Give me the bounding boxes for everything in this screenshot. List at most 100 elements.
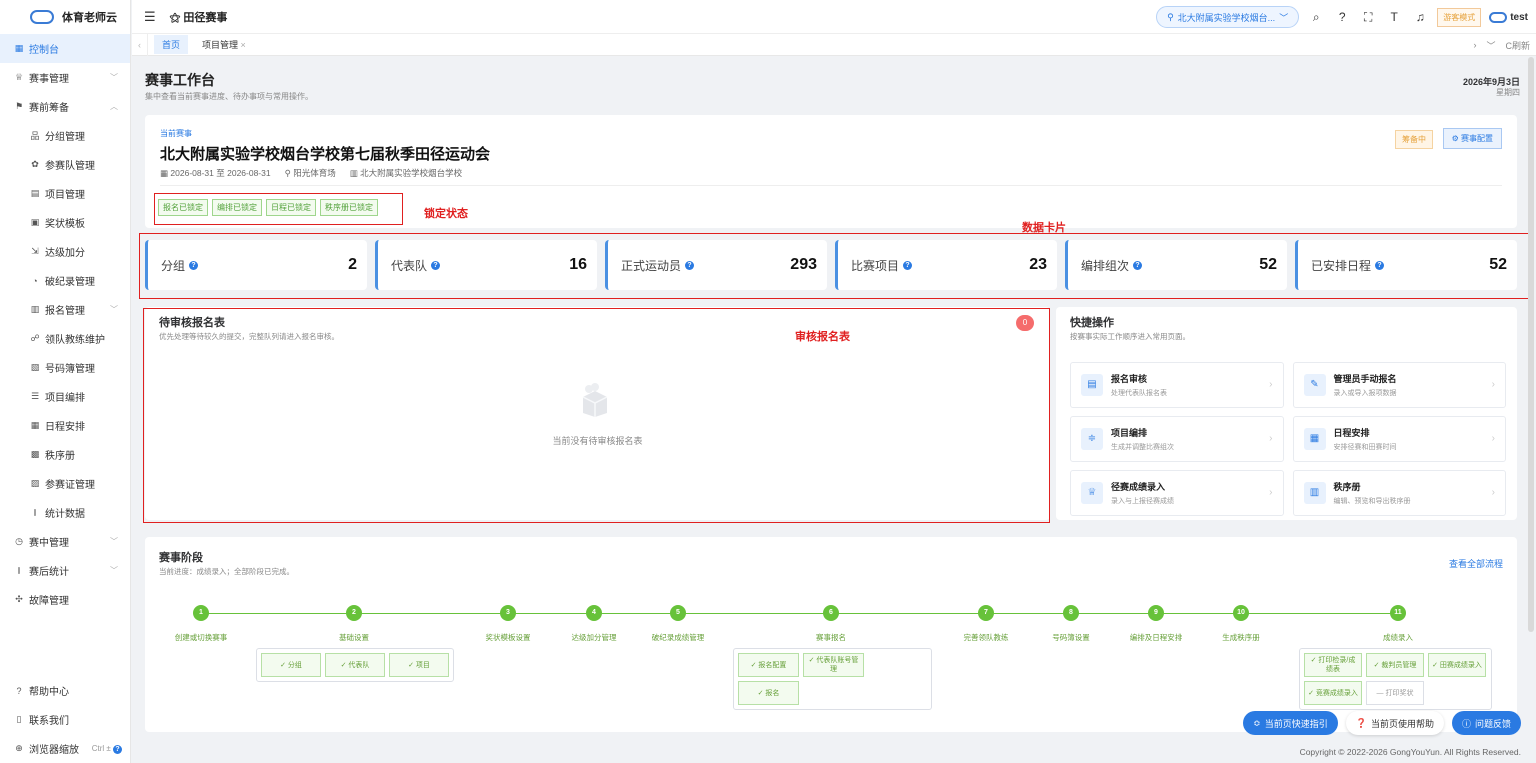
stage-substep-chip[interactable]: ✓ 代表队账号管理 — [803, 653, 864, 677]
event-config-button[interactable]: ⚙ 赛事配置 — [1442, 128, 1502, 149]
stage-substep-chip[interactable]: ✓ 报名配置 — [738, 653, 799, 677]
review-annotation-box — [143, 308, 1050, 523]
question-icon[interactable]: ? — [903, 260, 913, 270]
certificate-icon: ▣ — [30, 217, 40, 227]
edit-icon: ✎ — [1303, 374, 1326, 396]
help-center-link[interactable]: ? 帮助中心 — [0, 676, 130, 705]
scrollbar[interactable] — [1528, 57, 1534, 632]
stage-step-node[interactable]: 8 — [1063, 605, 1079, 621]
question-icon[interactable]: ? — [189, 260, 199, 270]
divider — [160, 185, 1502, 186]
close-icon[interactable]: × — [241, 40, 246, 50]
sidebar-item[interactable]: ⫾ 赛后统计 ﹀ — [0, 556, 130, 585]
stage-step-node[interactable]: 5 — [670, 605, 686, 621]
quick-action-item[interactable]: ♕ 径赛成绩录入 录入与上报径赛成绩 › — [1070, 470, 1284, 516]
sidebar-item[interactable]: ▩ 秩序册 — [0, 440, 130, 469]
stage-step-label: 生成秩序册 — [1222, 633, 1260, 642]
sidebar-item[interactable]: ✿ 参赛队管理 — [0, 150, 130, 179]
browser-zoom[interactable]: ⊕ 浏览器缩放 Ctrl ± ? — [0, 734, 130, 763]
stage-substep-chip[interactable]: ✓ 裁判员管理 — [1366, 653, 1424, 677]
sidebar-item[interactable]: 品分组管理 — [0, 121, 130, 150]
stage-step-node[interactable]: 2 — [346, 605, 362, 621]
sidebar-item[interactable]: ▧ 号码簿管理 — [0, 353, 130, 382]
sidebar-item[interactable]: ⇲ 达级加分 — [0, 237, 130, 266]
tab-dropdown-icon[interactable]: ﹀ — [1486, 39, 1495, 52]
tab-scroll-right-icon[interactable]: › — [1473, 40, 1476, 50]
tab-project-manage[interactable]: 项目管理 × — [194, 35, 254, 54]
sidebar: 体育老师云 ▦ 控制台 ♕ 赛事管理 ﹀ ⚑ 赛前筹备 ︿ 品分组管理 ✿ 参赛队管理 ▤ 项目管理 ▣ 奖… — [0, 0, 131, 763]
tab-home[interactable]: 首页 — [154, 35, 189, 54]
info-icon: ⓘ — [1461, 718, 1471, 729]
floating-actions: ≎ 当前页快速指引 ❓ 当前页使用帮助 ⓘ 问题反馈 — [1243, 711, 1521, 735]
stage-step-node[interactable]: 4 — [586, 605, 602, 621]
question-icon[interactable]: ? — [1333, 10, 1351, 24]
bell-icon[interactable]: ♫ — [1411, 10, 1429, 24]
stage-step-node[interactable]: 1 — [193, 605, 209, 621]
quick-action-item[interactable]: ✎ 管理员手动报名 录入或导入报项数据 › — [1292, 362, 1506, 408]
sidebar-item[interactable]: ▦ 控制台 — [0, 34, 130, 63]
sidebar-item[interactable]: ✣ 故障管理 — [0, 585, 130, 614]
tab-scroll-left-icon[interactable]: ‹ — [132, 33, 148, 56]
stage-step-node[interactable]: 10 — [1233, 605, 1249, 621]
feedback-button[interactable]: ⓘ 问题反馈 — [1451, 711, 1521, 735]
stage-substep-chip[interactable]: ✓ 分组 — [261, 653, 321, 677]
refresh-button[interactable]: C刷新 — [1506, 39, 1531, 52]
sidebar-item[interactable]: ▦ 日程安排 — [0, 411, 130, 440]
view-all-process-link[interactable]: 查看全部流程 — [1449, 557, 1503, 570]
sidebar-item[interactable]: ♕ 赛事管理 ﹀ — [0, 63, 130, 92]
stage-substep-chip[interactable]: ✓ 报名 — [738, 681, 799, 705]
search-icon[interactable]: ⌕ — [1307, 10, 1325, 25]
question-icon[interactable]: ? — [1375, 260, 1385, 270]
stage-step-node[interactable]: 3 — [500, 605, 516, 621]
stat-card: 代表队? 16 — [375, 240, 597, 290]
event-venue: ⚲ 阳光体育场 — [284, 168, 336, 178]
school-select[interactable]: ⚲ 北大附属实验学校烟台... ﹀ — [1156, 6, 1300, 28]
sidebar-item[interactable]: ☍ 领队教练维护 — [0, 324, 130, 353]
quick-guide-button[interactable]: ≎ 当前页快速指引 — [1243, 711, 1338, 735]
page-help-button[interactable]: ❓ 当前页使用帮助 — [1345, 711, 1444, 735]
sidebar-item[interactable]: ▥ 报名管理 ﹀ — [0, 295, 130, 324]
guest-mode-badge: 游客模式 — [1437, 7, 1482, 27]
question-icon[interactable]: ? — [685, 260, 695, 270]
stage-substep-chip[interactable]: ✓ 打印检录/成绩表 — [1304, 653, 1362, 677]
contact-link[interactable]: ▯ 联系我们 — [0, 705, 130, 734]
stage-substep-chip[interactable]: — 打印奖状 — [1366, 681, 1424, 705]
app-logo[interactable]: 体育老师云 — [0, 0, 130, 34]
stage-substep-chip[interactable]: ✓ 代表队 — [325, 653, 385, 677]
stage-step-node[interactable]: 11 — [1390, 605, 1406, 621]
sidebar-item[interactable]: ▤ 项目管理 — [0, 179, 130, 208]
font-size-icon[interactable]: T — [1385, 10, 1403, 24]
stage-substep-chip[interactable]: ✓ 项目 — [389, 653, 449, 677]
event-name: 北大附属实验学校烟台学校第七届秋季田径运动会 — [160, 146, 491, 163]
record-icon: ◔ — [32, 275, 38, 286]
stage-step-node[interactable]: 9 — [1148, 605, 1164, 621]
quick-action-item[interactable]: ▤ 报名审核 处理代表队报名表 › — [1070, 362, 1284, 408]
quick-action-item[interactable]: ≑ 项目编排 生成并调整比赛组次 › — [1070, 416, 1284, 462]
sidebar-item[interactable]: ▨ 参赛证管理 — [0, 469, 130, 498]
stat-label: 已安排日程? — [1311, 257, 1385, 274]
menu-toggle-icon[interactable]: ☰ — [144, 9, 156, 25]
stage-substep-chip[interactable]: ✓ 竞赛成绩录入 — [1304, 681, 1362, 705]
question-icon[interactable]: ? — [431, 260, 441, 270]
sidebar-item[interactable]: ☰ 项目编排 — [0, 382, 130, 411]
stage-step-label: 成绩录入 — [1383, 633, 1413, 642]
sidebar-item[interactable]: ⫾ 统计数据 — [0, 498, 130, 527]
user-menu[interactable]: test — [1489, 11, 1528, 23]
calendar-icon: ▦ — [30, 420, 40, 430]
quick-action-item[interactable]: ▦ 日程安排 安排径赛和田赛时间 › — [1292, 416, 1506, 462]
fullscreen-icon[interactable]: ⛶ — [1359, 10, 1377, 25]
stage-step-node[interactable]: 7 — [978, 605, 994, 621]
quick-action-item[interactable]: ▥ 秩序册 编辑、预览和导出秩序册 › — [1292, 470, 1506, 516]
sidebar-item-label: 控制台 — [29, 45, 59, 56]
quick-action-name: 径赛成绩录入 — [1111, 482, 1166, 492]
sidebar-item[interactable]: ▣ 奖状模板 — [0, 208, 130, 237]
sidebar-item[interactable]: ◷ 赛中管理 ﹀ — [0, 527, 130, 556]
sidebar-item[interactable]: ◔ 破纪录管理 — [0, 266, 130, 295]
stage-step-node[interactable]: 6 — [823, 605, 839, 621]
stage-step-label: 号码簿设置 — [1052, 633, 1090, 642]
stage-substep-chip[interactable]: ✓ 田赛成绩录入 — [1428, 653, 1486, 677]
question-icon[interactable]: ? — [1133, 260, 1143, 270]
app-name: 体育老师云 — [62, 12, 117, 24]
sidebar-item[interactable]: ⚑ 赛前筹备 ︿ — [0, 92, 130, 121]
event-meta: ▦ 2026-08-31 至 2026-08-31 ⚲ 阳光体育场 ▥ 北大附属… — [160, 167, 462, 179]
